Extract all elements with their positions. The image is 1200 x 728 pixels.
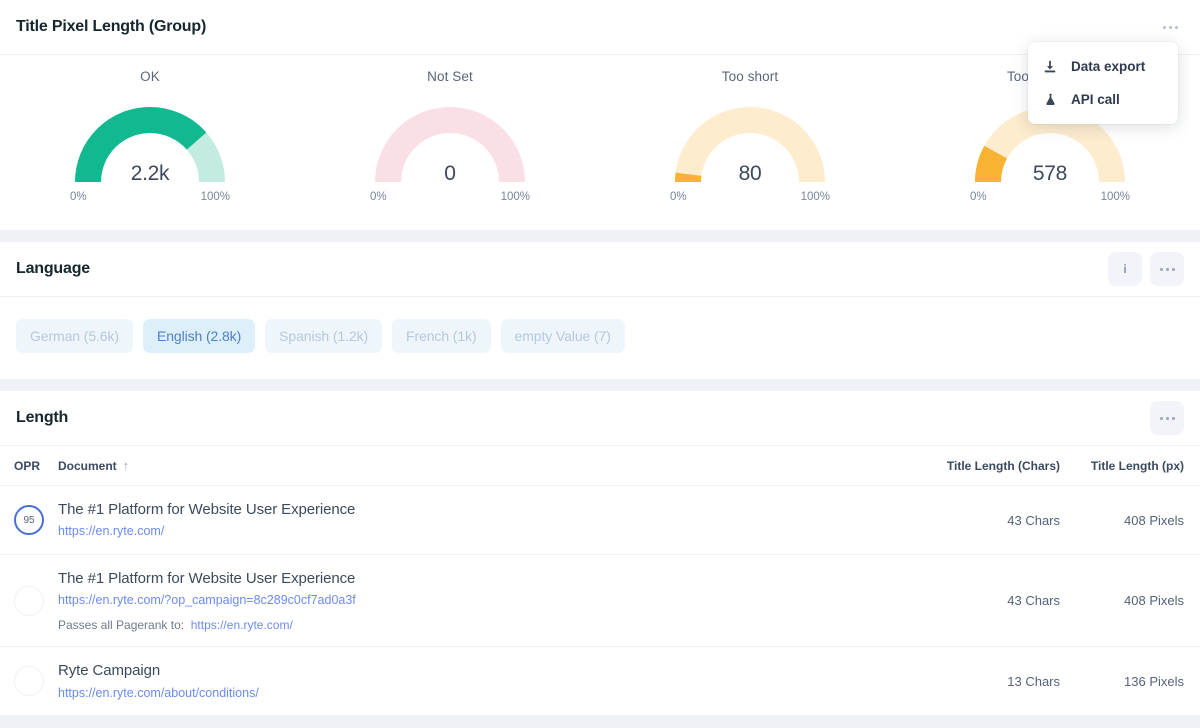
- ellipsis-icon[interactable]: [1150, 252, 1184, 286]
- cell-chars: 13 Chars: [850, 646, 1060, 717]
- document-url[interactable]: https://en.ryte.com/: [58, 523, 850, 540]
- table-row[interactable]: 95 The #1 Platform for Website User Expe…: [0, 485, 1200, 556]
- gauge-tick-min: 0%: [970, 191, 987, 203]
- gauge-value: 2.2k: [130, 162, 170, 185]
- gauge-arc: 0: [375, 94, 525, 190]
- card-header-actions: [1156, 13, 1184, 41]
- cell-opr: [0, 646, 58, 717]
- table-body: 95 The #1 Platform for Website User Expe…: [0, 485, 1200, 717]
- cell-document: Ryte Campaign https://en.ryte.com/about/…: [58, 646, 850, 717]
- gauge-tick-min: 0%: [670, 191, 687, 203]
- gauge-arc: 80: [675, 94, 825, 190]
- document-title: Ryte Campaign: [58, 662, 161, 680]
- gauge-value: 80: [738, 162, 762, 185]
- opr-badge: [14, 666, 44, 697]
- table-header-row: OPR Document ↑ Title Length (Chars) Title…: [0, 446, 1200, 486]
- table-row[interactable]: The #1 Platform for Website User Experie…: [0, 554, 1200, 648]
- flask-icon: [1042, 92, 1058, 107]
- menu-item-label: Data export: [1071, 59, 1146, 74]
- gauge-ticks: 0% 100%: [670, 191, 830, 203]
- gauge-tick-max: 100%: [1100, 191, 1130, 203]
- section-gap: [0, 230, 1200, 242]
- gauge-tick-max: 100%: [800, 191, 830, 203]
- gauge-row: OK 2.2k 0% 100% Not Set 0 0% 100% Too sh…: [0, 55, 1200, 230]
- gauge-tick-min: 0%: [370, 191, 387, 203]
- document-url[interactable]: https://en.ryte.com/?op_campaign=8c289c0…: [58, 592, 850, 609]
- column-header-px[interactable]: Title Length (px): [1060, 446, 1200, 486]
- language-card: Language i German (5.6k) English (2.8k) …: [0, 242, 1200, 379]
- gauge-ticks: 0% 100%: [70, 191, 230, 203]
- column-header-opr[interactable]: OPR: [0, 446, 58, 486]
- info-icon[interactable]: i: [1108, 252, 1142, 286]
- gauge-tick-max: 100%: [200, 191, 230, 203]
- language-title: Language: [16, 260, 90, 277]
- column-label: Document: [58, 459, 117, 473]
- chip-german[interactable]: German (5.6k): [16, 319, 133, 353]
- menu-item-label: API call: [1071, 92, 1120, 107]
- cell-chars: 43 Chars: [850, 554, 1060, 648]
- cell-opr: 95: [0, 485, 58, 556]
- download-icon: [1042, 60, 1058, 74]
- menu-item-api-call[interactable]: API call: [1028, 83, 1178, 116]
- table-row[interactable]: Ryte Campaign https://en.ryte.com/about/…: [0, 646, 1200, 717]
- gauge-value: 578: [1032, 162, 1068, 185]
- menu-item-data-export[interactable]: Data export: [1028, 50, 1178, 83]
- cell-document: The #1 Platform for Website User Experie…: [58, 554, 850, 648]
- app-page: Title Pixel Length (Group) OK 2.2k 0% 10…: [0, 0, 1200, 728]
- gauge-too-short: Too short 80 0% 100%: [600, 69, 900, 203]
- column-header-chars[interactable]: Title Length (Chars): [850, 446, 1060, 486]
- info-glyph: i: [1123, 262, 1127, 276]
- gauge-ticks: 0% 100%: [370, 191, 530, 203]
- card-header: Length: [0, 391, 1200, 446]
- card-header: Title Pixel Length (Group): [0, 0, 1200, 55]
- chip-spanish[interactable]: Spanish (1.2k): [265, 319, 383, 353]
- length-card: Length OPR Document ↑ Title Length (Chars…: [0, 391, 1200, 717]
- chip-empty-value[interactable]: empty Value (7): [500, 319, 625, 353]
- cell-chars: 43 Chars: [850, 485, 1060, 556]
- sort-ascending-icon[interactable]: ↑: [123, 458, 130, 473]
- ellipsis-icon[interactable]: [1150, 401, 1184, 435]
- column-header-document[interactable]: Document ↑: [58, 446, 850, 486]
- gauge-not-set: Not Set 0 0% 100%: [300, 69, 600, 203]
- gauge-label: Too short: [721, 69, 779, 84]
- length-title: Length: [16, 409, 69, 426]
- card-header: Language i: [0, 242, 1200, 297]
- gauge-value: 0: [444, 162, 456, 185]
- title-pixel-length-card: Title Pixel Length (Group) OK 2.2k 0% 10…: [0, 0, 1200, 230]
- document-title: The #1 Platform for Website User Experie…: [58, 501, 356, 518]
- context-menu: Data export API call: [1028, 42, 1178, 124]
- length-table: OPR Document ↑ Title Length (Chars) Title…: [0, 446, 1200, 717]
- card-header-actions: i: [1108, 252, 1184, 286]
- gauge-ticks: 0% 100%: [970, 191, 1130, 203]
- gauge-arc: 2.2k: [75, 94, 225, 190]
- section-gap: [0, 379, 1200, 391]
- document-sub: Passes all Pagerank to: https://en.ryte.…: [58, 618, 850, 632]
- gauge-tick-max: 100%: [500, 191, 530, 203]
- gauge-ok: OK 2.2k 0% 100%: [0, 69, 300, 203]
- ellipsis-icon[interactable]: [1156, 13, 1184, 41]
- document-url[interactable]: https://en.ryte.com/about/conditions/: [58, 685, 850, 702]
- document-sub-label: Passes all Pagerank to:: [58, 618, 185, 633]
- chip-english[interactable]: English (2.8k): [142, 319, 256, 353]
- cell-px: 408 Pixels: [1060, 554, 1200, 648]
- card-header-actions: [1150, 401, 1184, 435]
- page-title: Title Pixel Length (Group): [16, 18, 207, 35]
- gauge-label: OK: [140, 69, 160, 84]
- opr-badge: [14, 585, 44, 616]
- gauge-label: Not Set: [427, 69, 473, 84]
- gauge-tick-min: 0%: [70, 191, 87, 203]
- language-filter-chips: German (5.6k) English (2.8k) Spanish (1.…: [0, 297, 1200, 379]
- cell-px: 136 Pixels: [1060, 646, 1200, 717]
- opr-badge: 95: [14, 505, 44, 536]
- cell-document: The #1 Platform for Website User Experie…: [58, 485, 850, 556]
- cell-px: 408 Pixels: [1060, 485, 1200, 556]
- chip-french[interactable]: French (1k): [392, 319, 491, 353]
- table-head: OPR Document ↑ Title Length (Chars) Title…: [0, 446, 1200, 486]
- document-title: The #1 Platform for Website User Experie…: [58, 570, 356, 588]
- document-sub-url[interactable]: https://en.ryte.com/: [191, 618, 293, 632]
- cell-opr: [0, 554, 58, 648]
